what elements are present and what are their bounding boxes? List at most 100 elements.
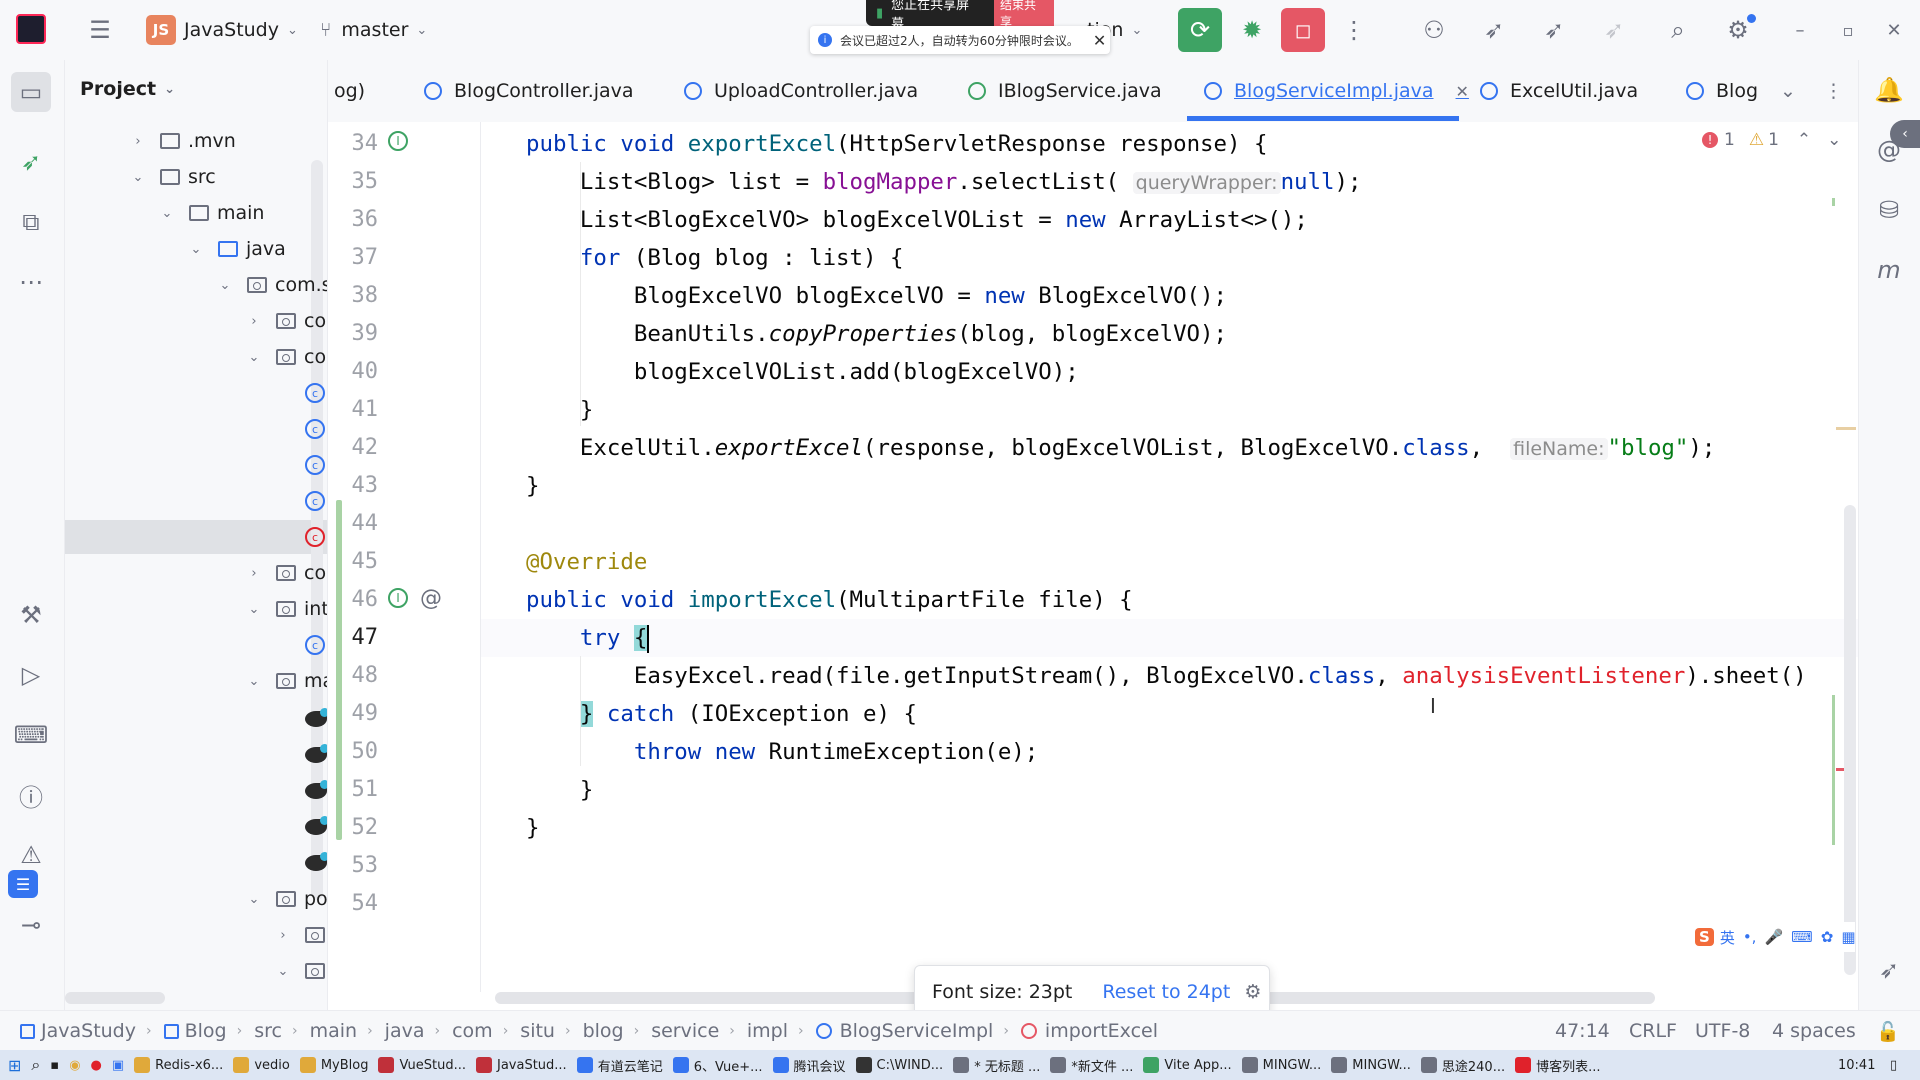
implements-gutter-icon[interactable]: I <box>388 131 408 151</box>
rerun-icon[interactable]: ⟳ <box>1178 8 1222 52</box>
taskbar-app[interactable]: 思途240... <box>1420 1056 1505 1075</box>
tree-item-package[interactable]: ⌄ po <box>246 882 327 916</box>
breadcrumb-item[interactable]: main <box>310 1020 357 1042</box>
line-separator[interactable]: CRLF <box>1629 1020 1677 1042</box>
taskbar-app[interactable]: MINGW... <box>1331 1057 1411 1073</box>
breadcrumb-item[interactable]: src <box>254 1020 282 1042</box>
tree-item-package[interactable]: ⌄ co <box>246 340 327 374</box>
tabs-overflow-chevron-icon[interactable]: ⌄ <box>1780 60 1796 122</box>
implements-gutter-icon[interactable]: I <box>388 588 408 608</box>
tree-item-mapper[interactable] <box>305 810 327 844</box>
tree-item-class[interactable]: c <box>305 412 325 446</box>
taskbar-app[interactable]: C:\WIND... <box>855 1057 943 1073</box>
taskbar-app[interactable]: MyBlog <box>299 1057 368 1073</box>
branch-selector[interactable]: ⑂ master ⌄ <box>320 10 427 50</box>
taskbar-search-icon[interactable]: ⌕ <box>31 1055 40 1075</box>
taskbar-app[interactable]: *新文件 ... <box>1050 1056 1133 1075</box>
taskbar-tray-icon[interactable]: ▪ <box>50 1058 59 1073</box>
services-icon[interactable]: ▷ <box>11 655 51 695</box>
plugin-rocket-icon-2[interactable]: ➶ <box>1532 8 1576 52</box>
search-icon[interactable]: ⌕ <box>1656 8 1700 52</box>
project-panel-header[interactable]: Project ⌄ <box>80 78 175 100</box>
breadcrumb-item[interactable]: com <box>452 1020 493 1042</box>
tab-iblog-service[interactable]: IBlogService.java <box>968 60 1162 122</box>
chrome-icon[interactable]: ◉ <box>69 1058 80 1073</box>
breadcrumb-item[interactable]: java <box>385 1020 425 1042</box>
font-settings-gear-icon[interactable]: ⚙ <box>1244 981 1261 1003</box>
structure-icon[interactable]: ⧉ <box>11 202 51 242</box>
tree-item-class[interactable]: c <box>305 376 325 410</box>
chevron-right-icon[interactable]: › <box>130 134 146 149</box>
database-icon[interactable]: ⛁ <box>1869 190 1909 230</box>
restore-icon[interactable]: ▫ <box>1826 8 1870 52</box>
taskbar-app[interactable]: vedio <box>233 1057 290 1073</box>
breadcrumb-item[interactable]: impl <box>747 1020 788 1042</box>
close-icon[interactable]: ✕ <box>1872 8 1916 52</box>
taskbar-app[interactable]: 腾讯会议 <box>772 1056 846 1075</box>
breadcrumb-item[interactable]: service <box>651 1020 719 1042</box>
tree-item-package[interactable]: ⌄ ma <box>246 664 327 698</box>
tab-blog-controller[interactable]: BlogController.java <box>424 60 634 122</box>
project-selector[interactable]: JS JavaStudy ⌄ <box>146 10 298 50</box>
tree-item-mapper[interactable] <box>305 846 327 880</box>
tree-item-class[interactable]: c <box>305 448 325 482</box>
tab-previous[interactable]: og) <box>334 60 365 122</box>
ime-toolbar[interactable]: S 英 •, 🎤 ⌨ ✿ ▦ <box>1695 922 1856 952</box>
taskbar-app[interactable]: JavaStud... <box>475 1057 567 1073</box>
chevron-down-icon[interactable]: ⌄ <box>159 206 175 221</box>
tree-item-package[interactable]: › <box>275 918 327 952</box>
chevron-down-icon[interactable]: ⌄ <box>130 170 146 185</box>
project-folder-icon[interactable]: ▭ <box>11 72 51 112</box>
reset-font-link[interactable]: Reset to 24pt <box>1102 981 1230 1003</box>
build-hammer-icon[interactable]: ⚒ <box>11 595 51 635</box>
taskbar-app[interactable]: 6、Vue+... <box>672 1056 763 1075</box>
tab-close-icon[interactable]: ✕ <box>1456 82 1469 101</box>
code-with-me-icon[interactable]: ⚇ <box>1412 8 1456 52</box>
tree-item-package[interactable]: ⌄ <box>275 954 327 988</box>
chevron-down-icon[interactable]: ⌄ <box>246 892 262 907</box>
chevron-down-icon[interactable]: ⌄ <box>217 278 233 293</box>
breadcrumb-item[interactable]: blog <box>583 1020 624 1042</box>
tab-blog-service-impl[interactable]: BlogServiceImpl.java ✕ <box>1204 60 1469 122</box>
warning-icon[interactable]: ⚠ <box>11 835 51 875</box>
tabs-more-icon[interactable]: ⋮ <box>1824 60 1843 122</box>
breadcrumb-item[interactable]: Blog <box>163 1020 227 1042</box>
tree-item-src[interactable]: ⌄ src <box>130 160 216 194</box>
taskbar-app[interactable]: 博客列表... <box>1515 1056 1601 1075</box>
main-menu-icon[interactable]: ☰ <box>78 8 122 52</box>
terminal-icon[interactable]: ⌨ <box>11 715 51 755</box>
breadcrumb-item[interactable]: BlogServiceImpl <box>815 1020 993 1042</box>
chevron-down-icon[interactable]: ⌄ <box>246 602 262 617</box>
breadcrumb-item[interactable]: JavaStudy <box>20 1020 136 1042</box>
tree-item-interface[interactable]: c <box>305 628 325 662</box>
breadcrumb-item[interactable]: importExcel <box>1020 1020 1158 1042</box>
record-icon[interactable]: ● <box>91 1058 102 1073</box>
show-desktop-icon[interactable]: ▯ <box>1890 1058 1897 1073</box>
tab-excel-util[interactable]: ExcelUtil.java <box>1480 60 1638 122</box>
notice-close-icon[interactable]: ✕ <box>1093 31 1106 50</box>
breadcrumb-item[interactable]: situ <box>520 1020 555 1042</box>
editor-vertical-scrollbar[interactable] <box>1844 505 1856 975</box>
previous-problem-icon[interactable]: ⌃ <box>1797 130 1811 150</box>
inspection-errors[interactable]: ! 1 ⚠ 1 ⌃ ⌄ <box>1702 130 1841 150</box>
chevron-down-icon[interactable]: ⌄ <box>246 350 262 365</box>
caret-position[interactable]: 47:14 <box>1555 1020 1610 1042</box>
tree-item-main[interactable]: ⌄ main <box>159 196 265 230</box>
taskbar-clock[interactable]: 10:41 <box>1838 1058 1875 1073</box>
tree-item-class-selected[interactable]: c <box>305 520 325 554</box>
tree-item-package[interactable]: › co <box>246 556 326 590</box>
taskbar-app[interactable]: 有道云笔记 <box>576 1056 663 1075</box>
tree-item-java[interactable]: ⌄ java <box>188 232 286 266</box>
next-problem-icon[interactable]: ⌄ <box>1827 130 1841 150</box>
todo-list-icon[interactable]: ☰ <box>8 870 38 898</box>
chevron-down-icon[interactable]: ⌄ <box>275 964 291 979</box>
override-gutter-icon[interactable]: @ <box>420 586 442 611</box>
tree-item-mapper[interactable] <box>305 702 327 736</box>
chevron-right-icon[interactable]: › <box>246 314 262 329</box>
indent-setting[interactable]: 4 spaces <box>1772 1020 1856 1042</box>
windows-start-icon[interactable]: ⊞ <box>8 1056 21 1075</box>
taskbar-app[interactable]: VueStud... <box>378 1057 466 1073</box>
more-actions-icon[interactable]: ⋮ <box>1332 8 1376 52</box>
chevron-down-icon[interactable]: ⌄ <box>188 242 204 257</box>
tree-item-package[interactable]: ⌄ com.si <box>217 268 327 302</box>
